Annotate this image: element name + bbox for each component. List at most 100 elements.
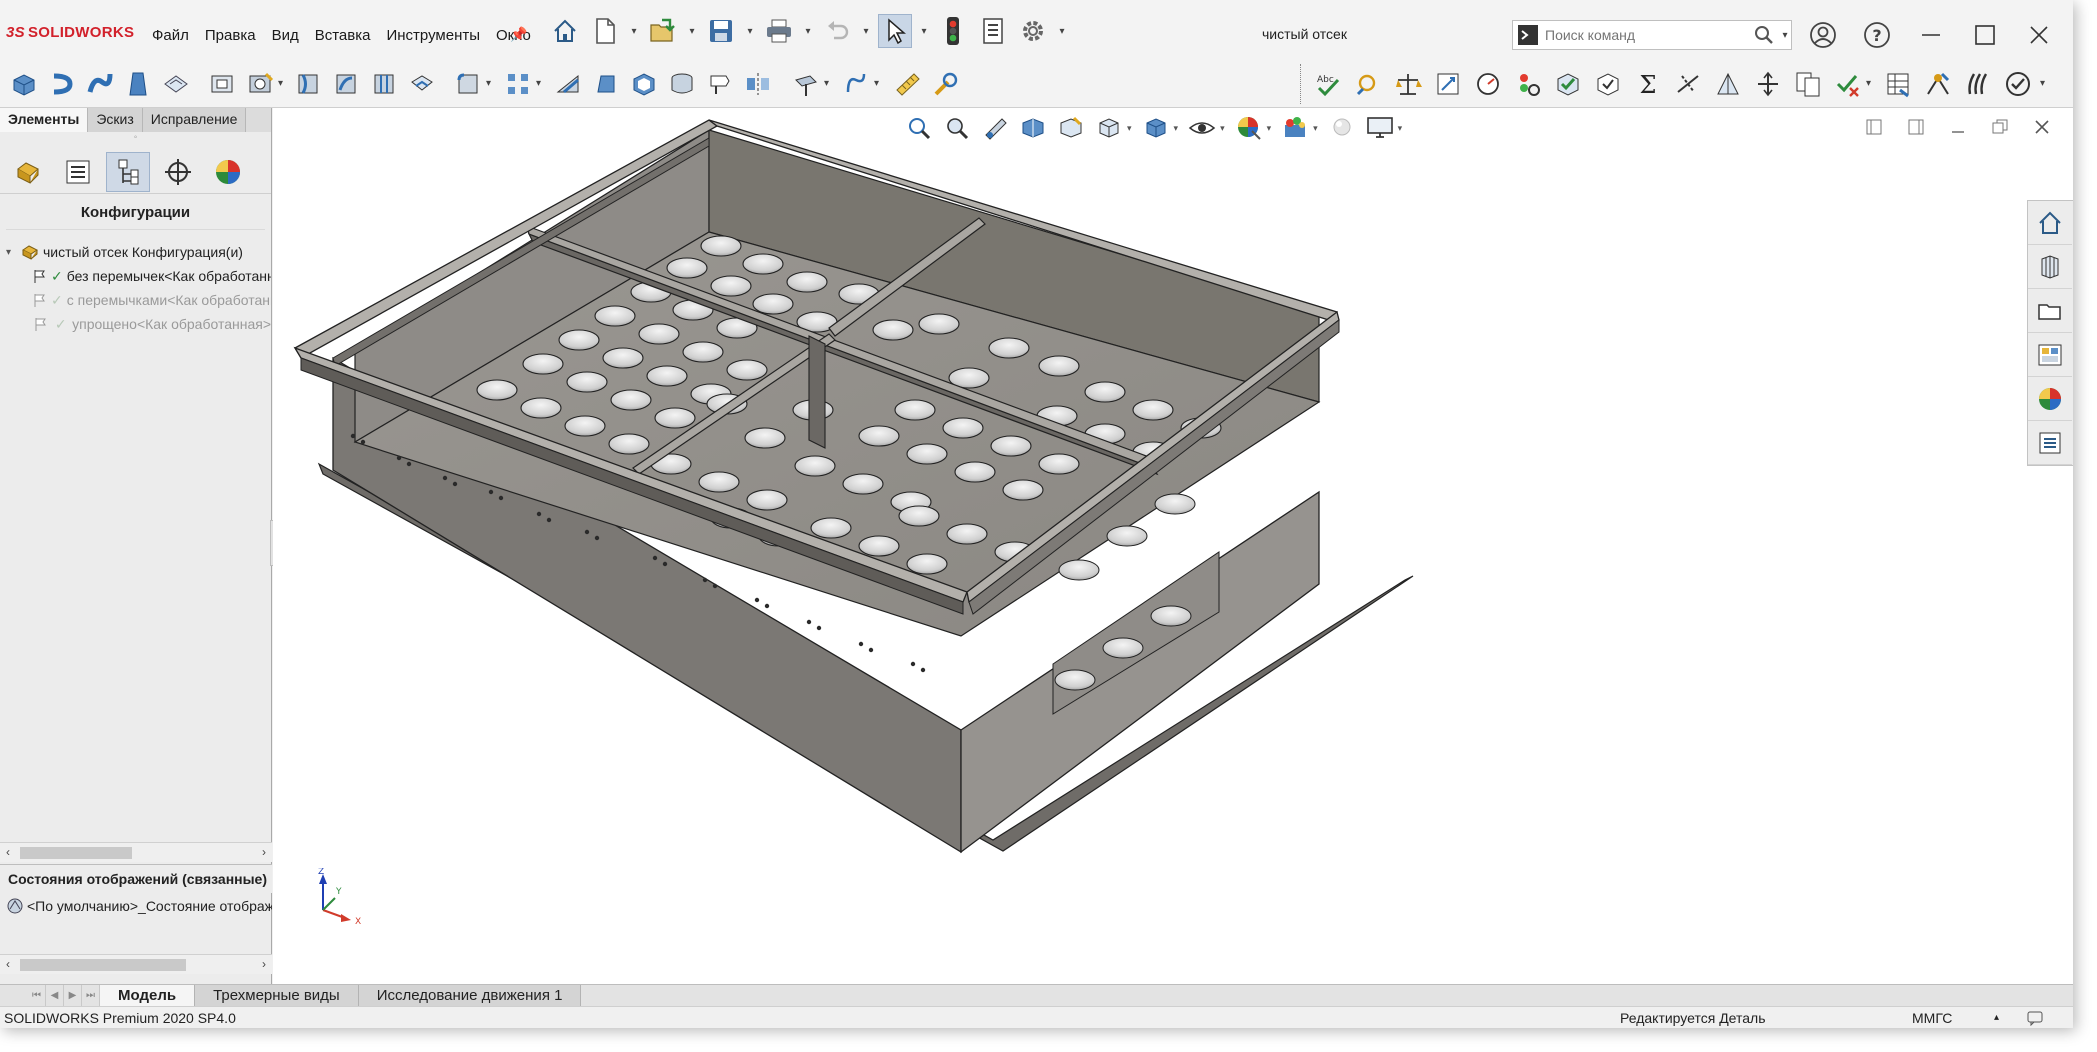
scroll-left-icon[interactable]: ‹ — [6, 957, 10, 971]
prev-tab-arrow-icon[interactable]: ◀ — [46, 985, 64, 1006]
display-style-icon[interactable] — [1140, 112, 1172, 144]
view-orientation-icon[interactable] — [1093, 112, 1125, 144]
save-icon[interactable] — [704, 14, 738, 48]
section-view-icon[interactable] — [1017, 112, 1049, 144]
fillet-icon[interactable] — [452, 68, 484, 100]
edit-appearance-icon[interactable] — [1233, 112, 1265, 144]
menu-edit[interactable]: Правка — [197, 22, 264, 49]
curvature-icon[interactable] — [930, 68, 962, 100]
pin-menu-icon[interactable]: 📌 — [510, 26, 527, 43]
view-orientation-caret[interactable]: ▾ — [1127, 123, 1132, 134]
parting-line-analysis-icon[interactable] — [1752, 68, 1784, 100]
boundary-cut-icon[interactable] — [406, 68, 438, 100]
search-dropdown-caret[interactable]: ▾ — [1779, 30, 1791, 41]
hide-show-caret[interactable]: ▾ — [1220, 123, 1225, 134]
apply-scene-icon[interactable] — [1279, 112, 1311, 144]
swept-cut-icon[interactable] — [330, 68, 362, 100]
menu-insert[interactable]: Вставка — [307, 22, 379, 49]
hole-dropdown-caret[interactable]: ▾ — [278, 78, 283, 89]
last-tab-arrow-icon[interactable]: ⏭ — [82, 985, 100, 1006]
import-diagnostics-icon[interactable] — [1882, 68, 1914, 100]
config-row-active[interactable]: ✓ без перемычек<Как обработанная> — [0, 264, 271, 288]
solidworks-resources-icon[interactable] — [2028, 201, 2072, 245]
realview-icon[interactable] — [1326, 112, 1358, 144]
section-properties-icon[interactable] — [1432, 68, 1464, 100]
dimxpert-icon[interactable] — [156, 152, 200, 192]
shell-icon[interactable] — [628, 68, 660, 100]
account-icon[interactable] — [1802, 14, 1844, 56]
custom-properties-icon[interactable] — [2028, 421, 2072, 465]
scroll-left-icon[interactable]: ‹ — [6, 845, 10, 859]
design-library-icon[interactable] — [2028, 245, 2072, 289]
options-gear-icon[interactable] — [1016, 14, 1050, 48]
collapse-arrow-icon[interactable]: ▾ — [6, 247, 20, 258]
swept-boss-icon[interactable] — [84, 68, 116, 100]
hole-wizard-icon[interactable] — [244, 68, 276, 100]
check-dropdown-caret[interactable]: ▾ — [1866, 78, 1871, 89]
dynamic-annotation-icon[interactable] — [1055, 112, 1087, 144]
scroll-thumb[interactable] — [20, 959, 186, 971]
command-search[interactable]: ▾ — [1512, 20, 1792, 50]
menu-file[interactable]: Файл — [144, 22, 197, 49]
reference-geometry-icon[interactable] — [790, 68, 822, 100]
undercut-analysis-icon[interactable] — [1712, 68, 1744, 100]
viewport-restore-icon[interactable] — [1989, 116, 2011, 138]
check-icon[interactable] — [1552, 68, 1584, 100]
zebra-stripes-icon[interactable] — [1962, 68, 1994, 100]
compare-documents-icon[interactable] — [1792, 68, 1824, 100]
tab-evaluate[interactable]: Исправление — [142, 108, 247, 132]
draft-analysis-icon[interactable] — [1672, 68, 1704, 100]
mass-properties-icon[interactable] — [1392, 68, 1424, 100]
view-palette-icon[interactable] — [2028, 333, 2072, 377]
appearance-caret[interactable]: ▾ — [1267, 123, 1272, 134]
lofted-cut-icon[interactable] — [368, 68, 400, 100]
3d-model-view[interactable] — [273, 108, 2073, 984]
help-icon[interactable]: ? — [1856, 14, 1898, 56]
file-explorer-icon[interactable] — [2028, 289, 2072, 333]
select-dropdown-caret[interactable]: ▾ — [918, 26, 930, 37]
spell-check-icon[interactable]: Abc — [1312, 68, 1344, 100]
viewport-minimize-icon[interactable] — [1947, 116, 1969, 138]
geometry-analysis-icon[interactable] — [1592, 68, 1624, 100]
extruded-cut-icon[interactable] — [206, 68, 238, 100]
open-icon[interactable] — [646, 14, 680, 48]
confirm-check-icon[interactable] — [2002, 68, 2034, 100]
view-settings-icon[interactable] — [1364, 112, 1396, 144]
scroll-right-icon[interactable]: › — [262, 845, 266, 859]
revolved-boss-icon[interactable] — [46, 68, 78, 100]
panel-grip[interactable]: ◦ — [0, 132, 271, 150]
linear-pattern-icon[interactable] — [502, 68, 534, 100]
extruded-boss-icon[interactable] — [8, 68, 40, 100]
minimize-icon[interactable] — [1910, 14, 1952, 56]
new-document-icon[interactable] — [588, 14, 622, 48]
zoom-to-fit-icon[interactable] — [903, 112, 935, 144]
unit-system[interactable]: ММГС — [1912, 1010, 1952, 1026]
fillet-dropdown-caret[interactable]: ▾ — [486, 78, 491, 89]
scroll-right-icon[interactable]: › — [262, 957, 266, 971]
more-tools-caret[interactable]: ▾ — [2040, 78, 2045, 89]
sensor-icon[interactable] — [1472, 68, 1504, 100]
curves-dropdown-caret[interactable]: ▾ — [874, 78, 879, 89]
search-icon[interactable] — [1753, 24, 1775, 46]
file-properties-icon[interactable] — [976, 14, 1010, 48]
property-manager-icon[interactable] — [56, 152, 100, 192]
scene-caret[interactable]: ▾ — [1313, 123, 1318, 134]
tree-horizontal-scrollbar[interactable]: ‹ › — [0, 842, 272, 862]
previous-view-icon[interactable] — [979, 112, 1011, 144]
units-caret-icon[interactable]: ▴ — [1994, 1012, 1999, 1023]
refgeom-dropdown-caret[interactable]: ▾ — [824, 78, 829, 89]
undo-dropdown-caret[interactable]: ▾ — [860, 26, 872, 37]
first-tab-arrow-icon[interactable]: ⏮ — [28, 985, 46, 1006]
undo-icon[interactable] — [820, 14, 854, 48]
display-manager-icon[interactable] — [206, 152, 250, 192]
mirror-icon[interactable] — [742, 68, 774, 100]
new-dropdown-caret[interactable]: ▾ — [628, 26, 640, 37]
appearances-icon[interactable] — [2028, 377, 2072, 421]
display-state-row[interactable]: <По умолчанию>_Состояние отображения-1 — [0, 894, 272, 918]
scroll-thumb[interactable] — [20, 847, 132, 859]
collapse-right-icon[interactable] — [1905, 116, 1927, 138]
tab-3d-views[interactable]: Трехмерные виды — [195, 985, 359, 1006]
check-active-document-icon[interactable] — [1832, 68, 1864, 100]
menu-view[interactable]: Вид — [264, 22, 307, 49]
collapse-left-icon[interactable] — [1863, 116, 1885, 138]
